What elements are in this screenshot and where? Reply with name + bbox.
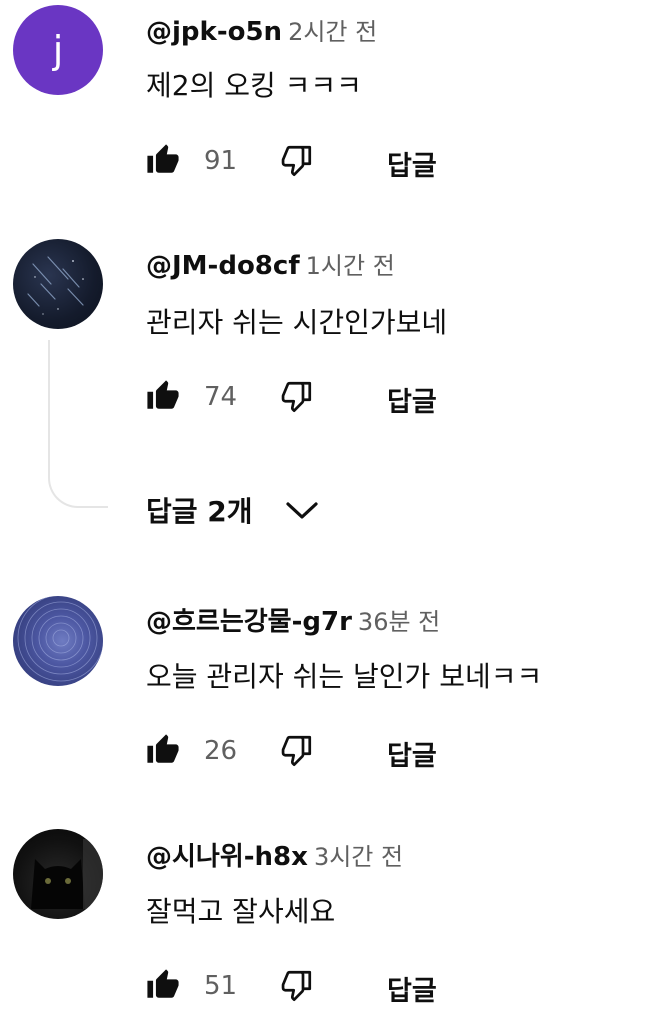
comment-author[interactable]: @JM-do8cf	[146, 251, 300, 281]
comment-author[interactable]: @시나위-h8x	[146, 842, 308, 872]
thumbs-up-icon	[147, 380, 179, 409]
avatar[interactable]: j	[13, 5, 103, 95]
reply-button[interactable]: 답글	[387, 380, 437, 419]
like-count: 51	[204, 971, 238, 1001]
reply-button[interactable]: 답글	[387, 734, 437, 773]
replies-count-label: 답글 2개	[146, 495, 253, 528]
like-count: 26	[204, 736, 238, 766]
comment-time[interactable]: 36분 전	[358, 608, 440, 636]
comment-text: 관리자 쉬는 시간인가보네	[146, 306, 448, 339]
reply-button[interactable]: 답글	[387, 144, 437, 183]
thumbs-down-icon	[281, 145, 312, 177]
comment-time[interactable]: 3시간 전	[314, 843, 403, 871]
starry-night-avatar[interactable]	[13, 239, 103, 329]
swirl-avatar[interactable]	[13, 596, 103, 686]
comment-text: 제2의 오킹 ㅋㅋㅋ	[146, 69, 362, 102]
thread-connector-line	[48, 340, 108, 508]
avatar-letter: j	[52, 28, 64, 72]
comment-text: 오늘 관리자 쉬는 날인가 보네ㅋㅋ	[146, 660, 543, 693]
star-trails-icon	[17, 596, 103, 682]
like-count: 74	[204, 382, 238, 412]
like-button[interactable]	[146, 965, 182, 1005]
meteor-shower-icon	[27, 256, 84, 315]
thumbs-down-icon	[281, 735, 312, 767]
thumbs-down-icon	[281, 381, 312, 413]
thumbs-up-icon	[147, 969, 179, 998]
like-button[interactable]	[146, 140, 182, 180]
thumbs-down-icon	[281, 970, 312, 1002]
thumbs-up-icon	[147, 734, 179, 763]
comment-header: @jpk-o5n 2시간 전	[146, 12, 377, 47]
dislike-button[interactable]	[279, 730, 319, 770]
comment-time[interactable]: 1시간 전	[306, 252, 395, 280]
comment-header: @시나위-h8x 3시간 전	[146, 836, 403, 873]
comment-header: @흐르는강물-g7r 36분 전	[146, 601, 440, 638]
comment-header: @JM-do8cf 1시간 전	[146, 246, 395, 281]
like-button[interactable]	[146, 376, 182, 416]
dislike-button[interactable]	[279, 140, 319, 180]
comment-actions: 26 답글	[146, 730, 466, 773]
comment-time[interactable]: 2시간 전	[288, 18, 377, 46]
dislike-button[interactable]	[279, 376, 319, 416]
like-count: 91	[204, 146, 238, 176]
black-cat-icon	[31, 839, 103, 909]
black-cat-avatar[interactable]	[13, 829, 103, 919]
chevron-down-icon	[285, 499, 319, 521]
comment-actions: 74 답글	[146, 376, 466, 419]
view-replies-button[interactable]: 답글 2개	[146, 490, 319, 530]
comment-text: 잘먹고 잘사세요	[146, 895, 336, 928]
reply-button[interactable]: 답글	[387, 969, 437, 1008]
comment-author[interactable]: @흐르는강물-g7r	[146, 607, 352, 637]
comment-actions: 91 답글	[146, 140, 466, 183]
comment-actions: 51 답글	[146, 965, 466, 1008]
thumbs-up-icon	[147, 144, 179, 173]
dislike-button[interactable]	[279, 965, 319, 1005]
comment-author[interactable]: @jpk-o5n	[146, 17, 282, 47]
like-button[interactable]	[146, 730, 182, 770]
